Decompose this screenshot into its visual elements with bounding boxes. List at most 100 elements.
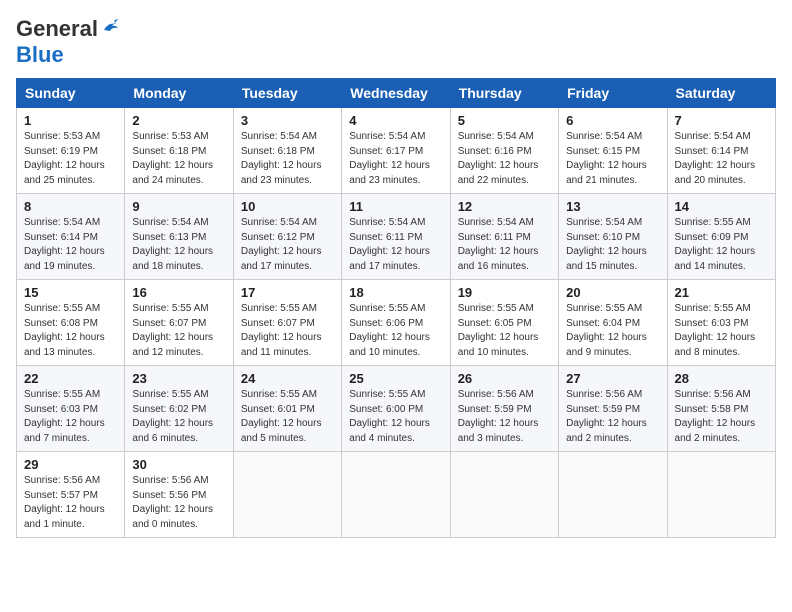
day-number: 2 — [132, 113, 225, 128]
table-row — [559, 452, 667, 538]
day-info: Sunrise: 5:54 AMSunset: 6:10 PMDaylight:… — [566, 216, 659, 274]
table-row: 27 Sunrise: 5:56 AMSunset: 5:59 PMDaylig… — [559, 366, 667, 452]
table-row: 18 Sunrise: 5:55 AMSunset: 6:06 PMDaylig… — [342, 280, 450, 366]
logo-bird-icon — [100, 16, 122, 38]
day-info: Sunrise: 5:55 AMSunset: 6:03 PMDaylight:… — [675, 302, 768, 360]
table-row: 19 Sunrise: 5:55 AMSunset: 6:05 PMDaylig… — [450, 280, 558, 366]
table-row — [233, 452, 341, 538]
weekday-header-row: Sunday Monday Tuesday Wednesday Thursday… — [17, 79, 776, 108]
calendar-row: 22 Sunrise: 5:55 AMSunset: 6:03 PMDaylig… — [17, 366, 776, 452]
day-info: Sunrise: 5:54 AMSunset: 6:11 PMDaylight:… — [349, 216, 442, 274]
day-info: Sunrise: 5:54 AMSunset: 6:16 PMDaylight:… — [458, 130, 551, 188]
day-number: 9 — [132, 199, 225, 214]
day-number: 8 — [24, 199, 117, 214]
table-row: 15 Sunrise: 5:55 AMSunset: 6:08 PMDaylig… — [17, 280, 125, 366]
day-number: 5 — [458, 113, 551, 128]
day-info: Sunrise: 5:54 AMSunset: 6:11 PMDaylight:… — [458, 216, 551, 274]
calendar-row: 8 Sunrise: 5:54 AMSunset: 6:14 PMDayligh… — [17, 194, 776, 280]
day-info: Sunrise: 5:54 AMSunset: 6:12 PMDaylight:… — [241, 216, 334, 274]
day-info: Sunrise: 5:55 AMSunset: 6:07 PMDaylight:… — [241, 302, 334, 360]
day-number: 11 — [349, 199, 442, 214]
table-row: 26 Sunrise: 5:56 AMSunset: 5:59 PMDaylig… — [450, 366, 558, 452]
calendar-row: 15 Sunrise: 5:55 AMSunset: 6:08 PMDaylig… — [17, 280, 776, 366]
table-row: 2 Sunrise: 5:53 AMSunset: 6:18 PMDayligh… — [125, 108, 233, 194]
day-info: Sunrise: 5:53 AMSunset: 6:18 PMDaylight:… — [132, 130, 225, 188]
day-number: 16 — [132, 285, 225, 300]
page-header: General Blue — [16, 16, 776, 68]
table-row: 25 Sunrise: 5:55 AMSunset: 6:00 PMDaylig… — [342, 366, 450, 452]
day-info: Sunrise: 5:55 AMSunset: 6:02 PMDaylight:… — [132, 388, 225, 446]
day-number: 14 — [675, 199, 768, 214]
day-info: Sunrise: 5:55 AMSunset: 6:08 PMDaylight:… — [24, 302, 117, 360]
table-row: 21 Sunrise: 5:55 AMSunset: 6:03 PMDaylig… — [667, 280, 775, 366]
day-number: 4 — [349, 113, 442, 128]
day-info: Sunrise: 5:56 AMSunset: 5:58 PMDaylight:… — [675, 388, 768, 446]
day-info: Sunrise: 5:56 AMSunset: 5:59 PMDaylight:… — [566, 388, 659, 446]
day-number: 3 — [241, 113, 334, 128]
day-number: 29 — [24, 457, 117, 472]
header-saturday: Saturday — [667, 79, 775, 108]
day-info: Sunrise: 5:54 AMSunset: 6:15 PMDaylight:… — [566, 130, 659, 188]
table-row: 14 Sunrise: 5:55 AMSunset: 6:09 PMDaylig… — [667, 194, 775, 280]
table-row: 22 Sunrise: 5:55 AMSunset: 6:03 PMDaylig… — [17, 366, 125, 452]
day-number: 25 — [349, 371, 442, 386]
day-number: 6 — [566, 113, 659, 128]
day-number: 24 — [241, 371, 334, 386]
day-number: 19 — [458, 285, 551, 300]
table-row — [450, 452, 558, 538]
table-row: 5 Sunrise: 5:54 AMSunset: 6:16 PMDayligh… — [450, 108, 558, 194]
day-number: 22 — [24, 371, 117, 386]
day-info: Sunrise: 5:54 AMSunset: 6:14 PMDaylight:… — [24, 216, 117, 274]
calendar-table: Sunday Monday Tuesday Wednesday Thursday… — [16, 78, 776, 538]
header-monday: Monday — [125, 79, 233, 108]
table-row — [667, 452, 775, 538]
table-row: 24 Sunrise: 5:55 AMSunset: 6:01 PMDaylig… — [233, 366, 341, 452]
day-number: 23 — [132, 371, 225, 386]
calendar-row: 29 Sunrise: 5:56 AMSunset: 5:57 PMDaylig… — [17, 452, 776, 538]
day-info: Sunrise: 5:55 AMSunset: 6:05 PMDaylight:… — [458, 302, 551, 360]
table-row: 6 Sunrise: 5:54 AMSunset: 6:15 PMDayligh… — [559, 108, 667, 194]
day-info: Sunrise: 5:55 AMSunset: 6:03 PMDaylight:… — [24, 388, 117, 446]
day-info: Sunrise: 5:55 AMSunset: 6:07 PMDaylight:… — [132, 302, 225, 360]
header-tuesday: Tuesday — [233, 79, 341, 108]
table-row: 23 Sunrise: 5:55 AMSunset: 6:02 PMDaylig… — [125, 366, 233, 452]
table-row: 29 Sunrise: 5:56 AMSunset: 5:57 PMDaylig… — [17, 452, 125, 538]
table-row: 13 Sunrise: 5:54 AMSunset: 6:10 PMDaylig… — [559, 194, 667, 280]
day-number: 10 — [241, 199, 334, 214]
day-info: Sunrise: 5:56 AMSunset: 5:59 PMDaylight:… — [458, 388, 551, 446]
day-info: Sunrise: 5:54 AMSunset: 6:14 PMDaylight:… — [675, 130, 768, 188]
table-row — [342, 452, 450, 538]
logo: General Blue — [16, 16, 122, 68]
header-wednesday: Wednesday — [342, 79, 450, 108]
day-number: 18 — [349, 285, 442, 300]
day-info: Sunrise: 5:54 AMSunset: 6:17 PMDaylight:… — [349, 130, 442, 188]
day-number: 7 — [675, 113, 768, 128]
table-row: 7 Sunrise: 5:54 AMSunset: 6:14 PMDayligh… — [667, 108, 775, 194]
day-info: Sunrise: 5:54 AMSunset: 6:18 PMDaylight:… — [241, 130, 334, 188]
day-number: 27 — [566, 371, 659, 386]
header-friday: Friday — [559, 79, 667, 108]
day-number: 30 — [132, 457, 225, 472]
day-number: 17 — [241, 285, 334, 300]
day-number: 15 — [24, 285, 117, 300]
header-sunday: Sunday — [17, 79, 125, 108]
table-row: 8 Sunrise: 5:54 AMSunset: 6:14 PMDayligh… — [17, 194, 125, 280]
table-row: 9 Sunrise: 5:54 AMSunset: 6:13 PMDayligh… — [125, 194, 233, 280]
day-info: Sunrise: 5:55 AMSunset: 6:09 PMDaylight:… — [675, 216, 768, 274]
table-row: 17 Sunrise: 5:55 AMSunset: 6:07 PMDaylig… — [233, 280, 341, 366]
table-row: 1 Sunrise: 5:53 AMSunset: 6:19 PMDayligh… — [17, 108, 125, 194]
day-number: 1 — [24, 113, 117, 128]
day-number: 21 — [675, 285, 768, 300]
table-row: 4 Sunrise: 5:54 AMSunset: 6:17 PMDayligh… — [342, 108, 450, 194]
table-row: 11 Sunrise: 5:54 AMSunset: 6:11 PMDaylig… — [342, 194, 450, 280]
day-info: Sunrise: 5:55 AMSunset: 6:06 PMDaylight:… — [349, 302, 442, 360]
day-info: Sunrise: 5:56 AMSunset: 5:56 PMDaylight:… — [132, 474, 225, 532]
day-number: 28 — [675, 371, 768, 386]
day-info: Sunrise: 5:53 AMSunset: 6:19 PMDaylight:… — [24, 130, 117, 188]
table-row: 10 Sunrise: 5:54 AMSunset: 6:12 PMDaylig… — [233, 194, 341, 280]
table-row: 16 Sunrise: 5:55 AMSunset: 6:07 PMDaylig… — [125, 280, 233, 366]
logo-general-text: General — [16, 16, 98, 42]
table-row: 3 Sunrise: 5:54 AMSunset: 6:18 PMDayligh… — [233, 108, 341, 194]
day-info: Sunrise: 5:55 AMSunset: 6:00 PMDaylight:… — [349, 388, 442, 446]
table-row: 12 Sunrise: 5:54 AMSunset: 6:11 PMDaylig… — [450, 194, 558, 280]
